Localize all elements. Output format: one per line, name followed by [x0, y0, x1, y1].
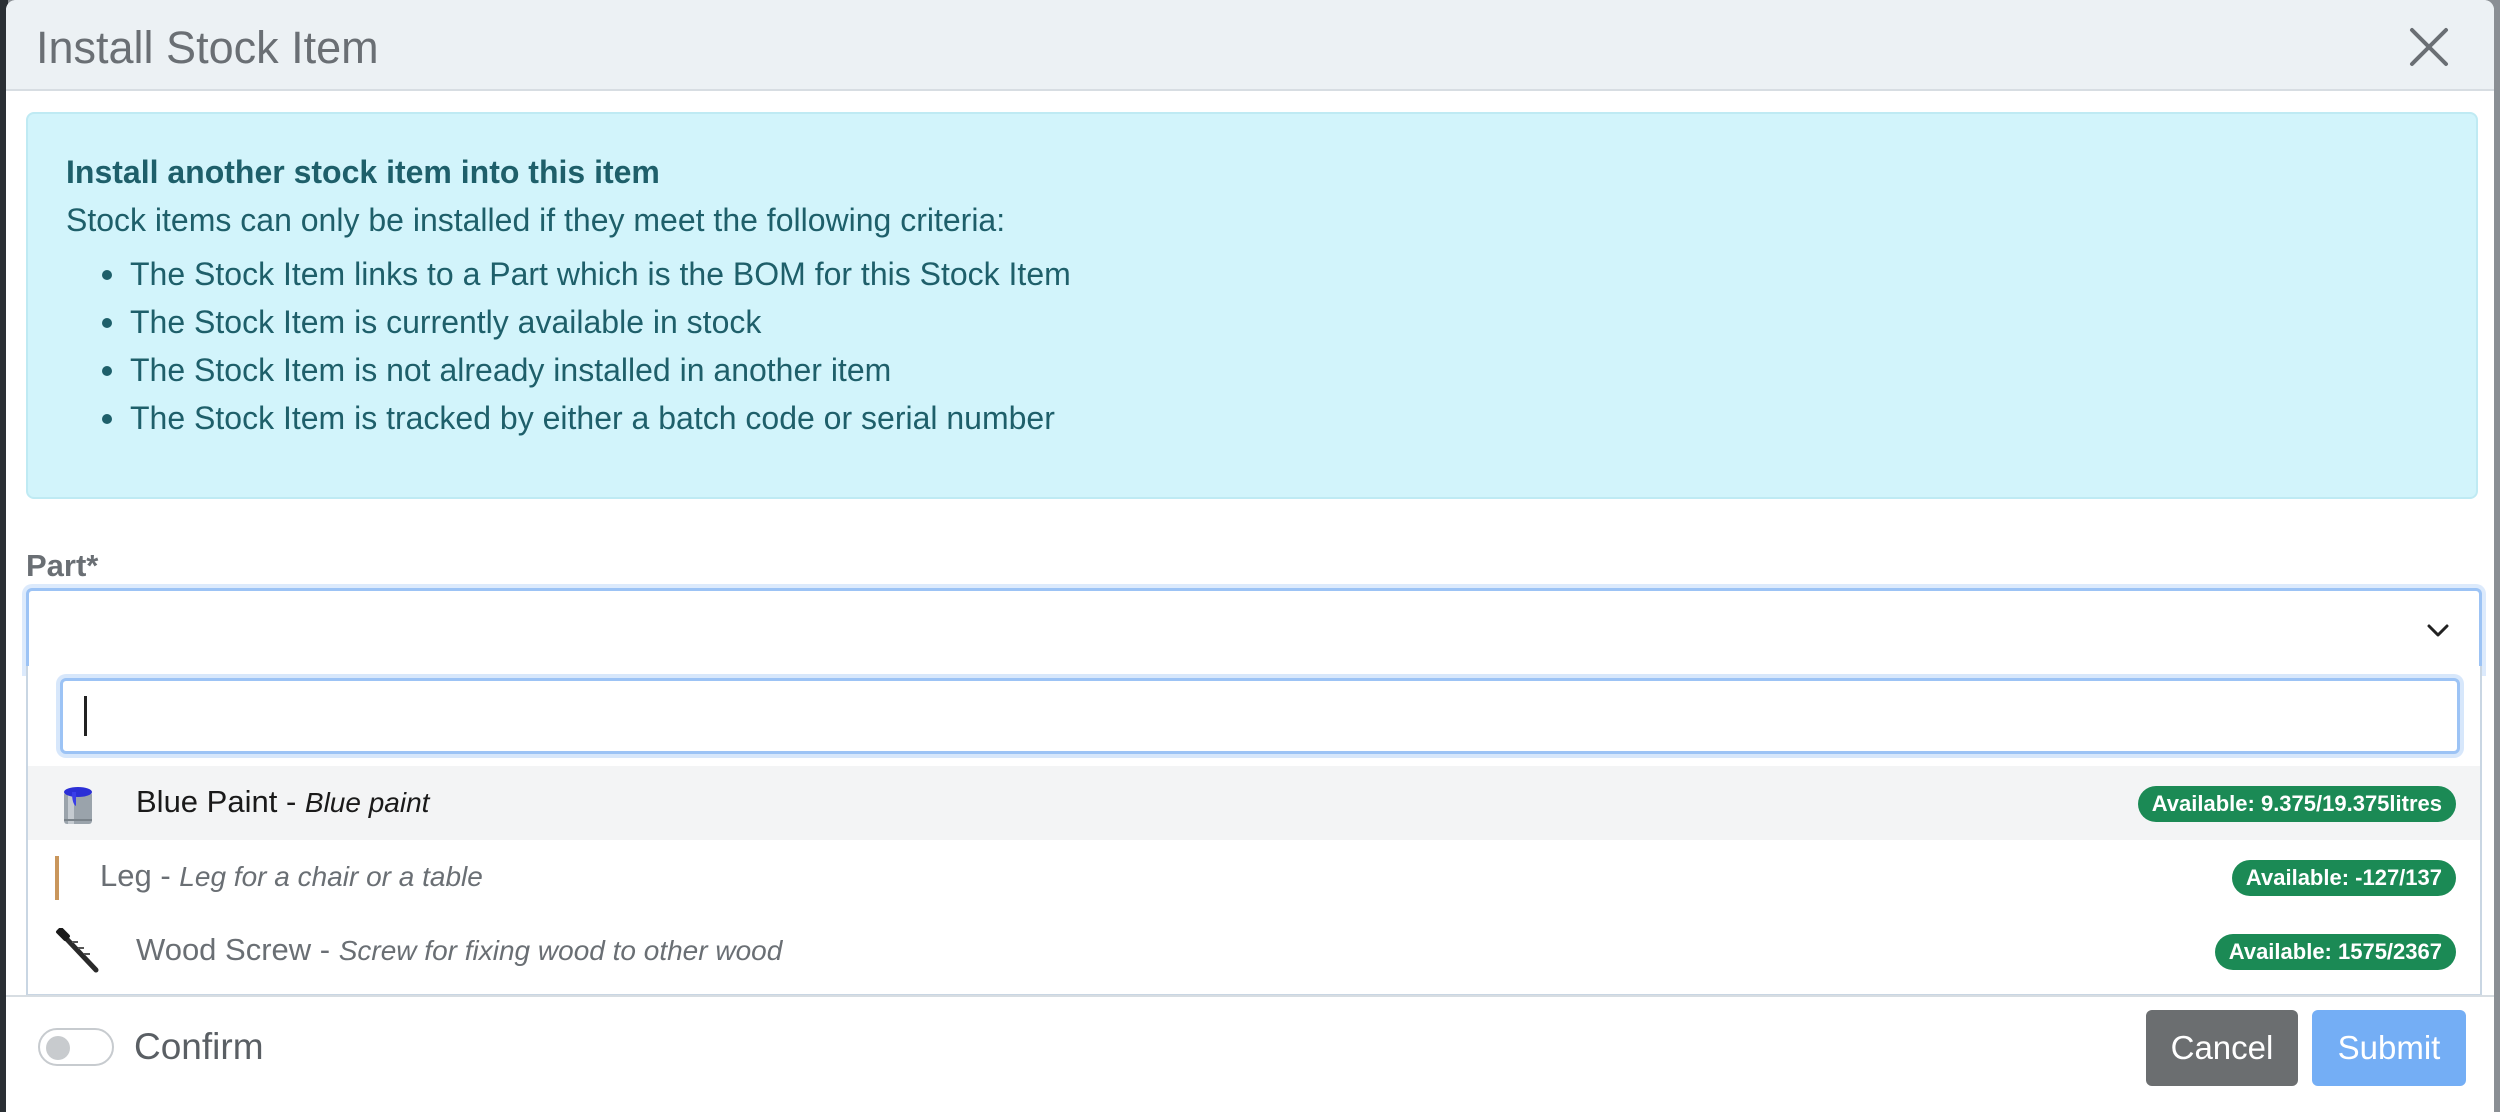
part-option-leg[interactable]: Leg - Leg for a chair or a table Availab…	[28, 840, 2480, 914]
option-name: Wood Screw	[136, 932, 312, 967]
confirm-toggle[interactable]	[38, 1028, 114, 1066]
option-separator: -	[311, 932, 339, 967]
criteria-list: The Stock Item links to a Part which is …	[66, 250, 1071, 442]
criteria-item: The Stock Item is currently available in…	[66, 298, 1071, 346]
screw-icon	[56, 928, 99, 973]
option-description: Blue paint	[304, 787, 430, 818]
criteria-item: The Stock Item links to a Part which is …	[66, 250, 1071, 298]
criteria-item: The Stock Item is tracked by either a ba…	[66, 394, 1071, 442]
close-icon[interactable]	[2408, 26, 2450, 68]
part-option-blue-paint[interactable]: Blue Paint - Blue paint Available: 9.375…	[28, 766, 2480, 840]
option-description: Leg for a chair or a table	[179, 861, 483, 892]
option-label: Blue Paint - Blue paint	[136, 784, 429, 820]
footer-divider	[6, 995, 2494, 997]
wood-leg-icon	[55, 856, 59, 900]
paint-can-icon	[64, 787, 92, 824]
option-description: Screw for fixing wood to other wood	[338, 935, 783, 966]
part-select[interactable]	[26, 588, 2482, 672]
availability-badge: Available: 9.375/19.375litres	[2137, 786, 2456, 822]
part-search-input[interactable]	[60, 678, 2460, 754]
info-alert: Install another stock item into this ite…	[26, 112, 2478, 499]
part-option-wood-screw[interactable]: Wood Screw - Screw for fixing wood to ot…	[28, 914, 2480, 988]
part-field-label: Part*	[26, 548, 99, 583]
part-dropdown: Blue Paint - Blue paint Available: 9.375…	[26, 666, 2482, 996]
availability-badge: Available: 1575/2367	[2214, 934, 2456, 970]
info-intro: Stock items can only be installed if the…	[66, 202, 1006, 238]
info-heading: Install another stock item into this ite…	[66, 154, 660, 190]
modal-title: Install Stock Item	[36, 22, 379, 73]
cancel-button[interactable]: Cancel	[2146, 1010, 2298, 1086]
option-separator: -	[151, 858, 180, 893]
modal-header: Install Stock Item	[6, 0, 2494, 91]
option-label: Wood Screw - Screw for fixing wood to ot…	[136, 932, 782, 968]
text-cursor	[84, 696, 87, 736]
option-label: Leg - Leg for a chair or a table	[100, 858, 483, 894]
chevron-down-icon[interactable]	[2425, 617, 2451, 643]
option-name: Leg	[100, 858, 152, 893]
option-name: Blue Paint	[136, 784, 278, 819]
submit-button[interactable]: Submit	[2312, 1010, 2466, 1086]
toggle-knob	[46, 1036, 70, 1060]
install-stock-item-modal: Install Stock Item Install another stock…	[6, 0, 2494, 1112]
availability-badge: Available: -127/137	[2231, 860, 2456, 896]
confirm-label: Confirm	[134, 1026, 264, 1067]
criteria-item: The Stock Item is not already installed …	[66, 346, 1071, 394]
option-separator: -	[277, 784, 305, 819]
